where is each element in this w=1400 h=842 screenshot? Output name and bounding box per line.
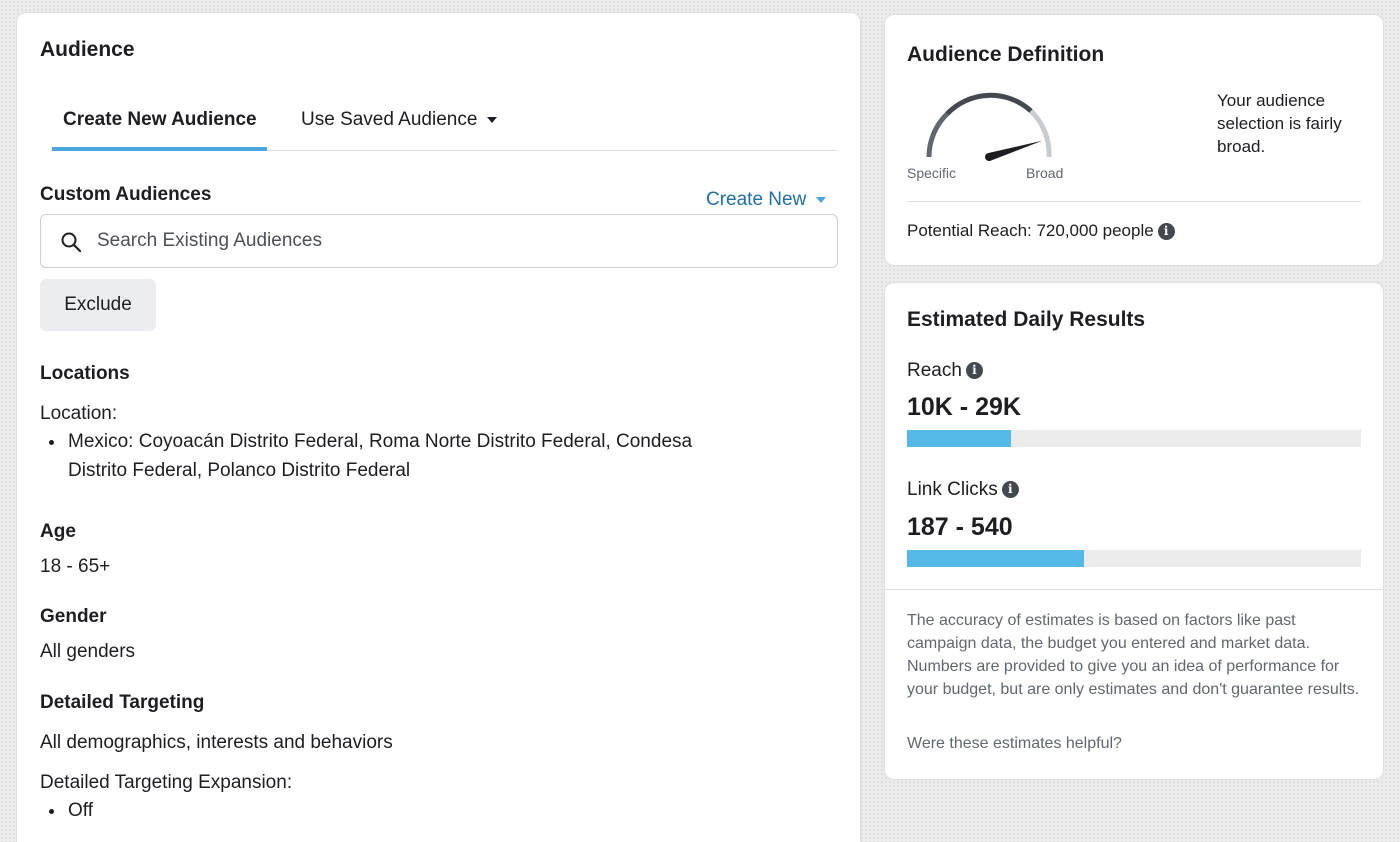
reach-label: Reach	[907, 360, 962, 381]
reach-bar-fill	[907, 430, 1012, 447]
tab-use-saved-audience[interactable]: Use Saved Audience	[301, 109, 498, 131]
gauge-arc-specific	[926, 112, 949, 158]
link-clicks-value: 187 - 540	[907, 513, 1013, 541]
detailed-targeting-expansion-label: Detailed Targeting Expansion:	[40, 772, 293, 793]
link-clicks-label-row: Link Clicks i	[907, 479, 1019, 501]
location-line-2: Distrito Federal, Polanco Distrito Feder…	[68, 460, 411, 481]
link-clicks-bar-fill	[907, 550, 1085, 567]
gauge-broad-label: Broad	[1026, 165, 1064, 181]
gender-heading: Gender	[40, 606, 107, 627]
age-value: 18 - 65+	[40, 556, 111, 577]
location-list: Mexico: Coyoacán Distrito Federal, Roma …	[40, 427, 692, 485]
locations-heading: Locations	[40, 363, 130, 384]
create-new-dropdown[interactable]: Create New	[706, 189, 827, 211]
potential-reach-text: Potential Reach: 720,000 people	[907, 221, 1154, 240]
estimates-divider	[885, 589, 1383, 590]
reach-value: 10K - 29K	[907, 393, 1021, 421]
age-heading: Age	[40, 521, 76, 542]
estimates-feedback-link[interactable]: Were these estimates helpful?	[907, 735, 1122, 753]
audience-definition-card: Audience Definition Specific Broad Your …	[884, 14, 1384, 266]
tab-create-new-audience[interactable]: Create New Audience	[63, 109, 257, 131]
gauge-arc-broad	[1029, 109, 1052, 158]
detailed-targeting-value: All demographics, interests and behavior…	[40, 732, 393, 753]
detailed-targeting-heading: Detailed Targeting	[40, 692, 205, 713]
tab-use-saved-label: Use Saved Audience	[301, 109, 478, 130]
location-label: Location:	[40, 403, 118, 424]
audience-selection-description: Your audience selection is fairly broad.	[1217, 91, 1342, 156]
info-icon[interactable]: i	[1001, 481, 1019, 499]
estimates-disclaimer: The accuracy of estimates is based on fa…	[907, 612, 1360, 698]
link-clicks-bar	[907, 550, 1361, 567]
active-tab-indicator	[52, 147, 267, 151]
definition-divider	[907, 201, 1361, 202]
audience-title: Audience	[40, 38, 135, 61]
create-new-label: Create New	[706, 189, 807, 210]
search-box[interactable]	[40, 214, 838, 268]
custom-audiences-heading: Custom Audiences	[40, 184, 212, 205]
search-existing-audiences-input[interactable]	[97, 225, 817, 257]
potential-reach: Potential Reach: 720,000 people i	[907, 221, 1175, 241]
info-icon[interactable]: i	[965, 362, 983, 380]
caret-down-icon	[816, 196, 827, 203]
reach-bar	[907, 430, 1361, 447]
audience-card: Audience Create New Audience Use Saved A…	[16, 12, 861, 842]
gauge-needle	[985, 140, 1043, 161]
location-item: Mexico: Coyoacán Distrito Federal, Roma …	[40, 427, 692, 485]
expansion-item: Off	[40, 796, 93, 825]
info-icon[interactable]: i	[1157, 223, 1175, 241]
estimated-daily-results-title: Estimated Daily Results	[907, 308, 1146, 331]
caret-down-icon	[487, 116, 498, 123]
gauge-specific-label: Specific	[907, 165, 957, 181]
exclude-button[interactable]: Exclude	[40, 279, 156, 331]
gender-value: All genders	[40, 641, 136, 662]
expansion-list: Off	[40, 796, 93, 825]
search-icon	[61, 232, 82, 253]
gauge-arc-middle	[945, 92, 1033, 116]
link-clicks-label: Link Clicks	[907, 479, 998, 500]
audience-gauge	[926, 92, 1052, 161]
location-line-1: Mexico: Coyoacán Distrito Federal, Roma …	[68, 431, 693, 452]
audience-definition-title: Audience Definition	[907, 43, 1105, 66]
estimated-daily-results-card: Estimated Daily Results Reach i 10K - 29K…	[884, 282, 1384, 780]
reach-label-row: Reach i	[907, 360, 983, 382]
